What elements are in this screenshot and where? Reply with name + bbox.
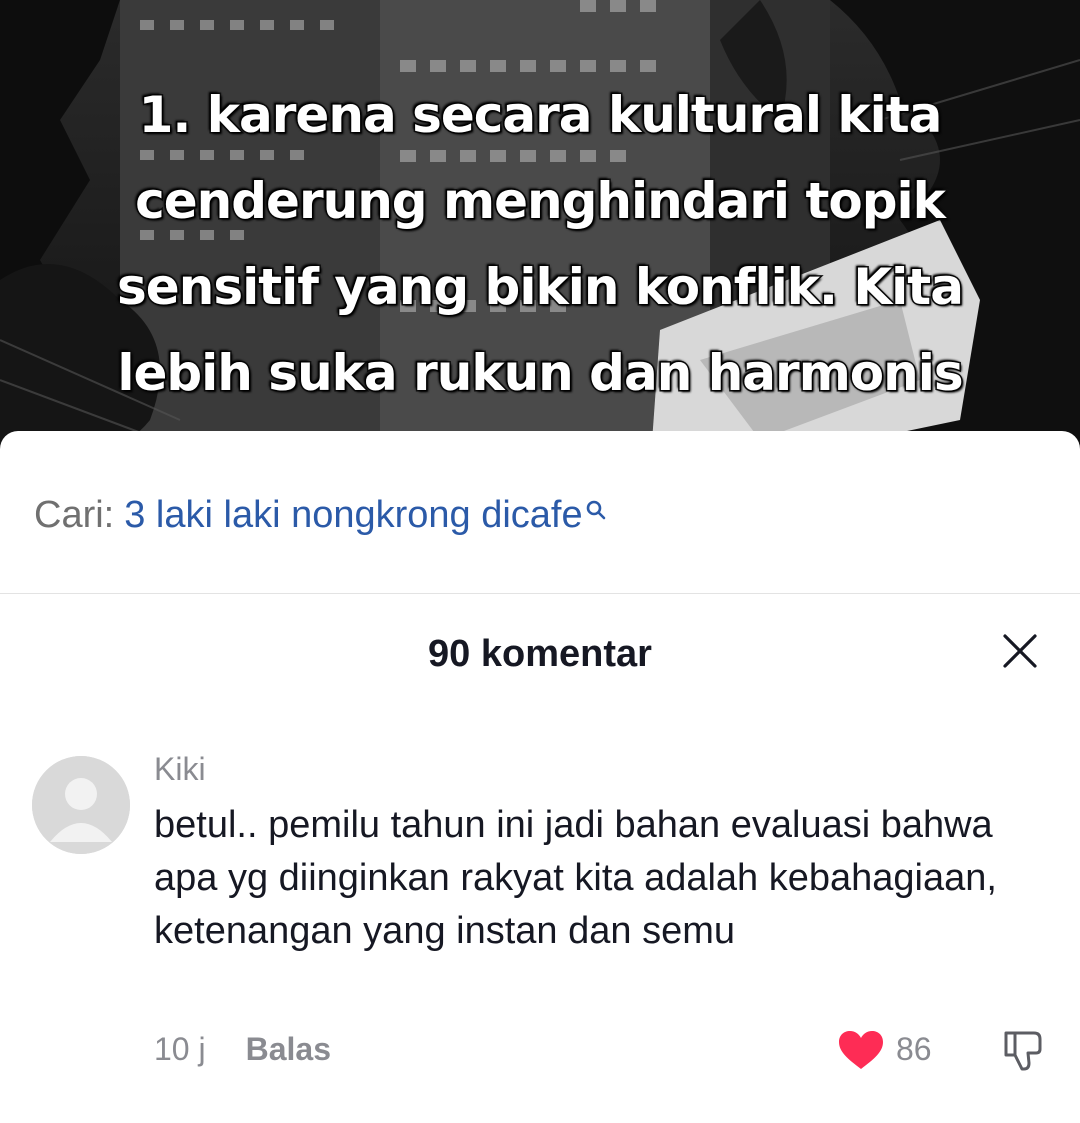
avatar[interactable] (32, 756, 130, 854)
comment-meta: 10 j Balas (154, 1029, 331, 1069)
search-icon[interactable] (585, 487, 607, 520)
comment-timestamp: 10 j (154, 1031, 206, 1067)
heart-icon[interactable] (838, 1030, 884, 1070)
caption-line: cenderung menghindari topik (134, 171, 948, 232)
close-button[interactable] (996, 627, 1044, 675)
like-count: 86 (896, 1031, 932, 1067)
search-prefix: Cari: (34, 494, 115, 536)
screen: 1. karena secara kultural kita cenderung… (0, 0, 1080, 1123)
comments-sheet: Cari: 3 laki laki nongkrong dicafe 90 kom… (0, 431, 1080, 1123)
caption-line: lebih suka rukun dan harmonis (116, 343, 965, 404)
search-query-link[interactable]: 3 laki laki nongkrong dicafe (124, 494, 582, 536)
video-player[interactable]: 1. karena secara kultural kita cenderung… (0, 0, 1080, 470)
comment-username[interactable]: Kiki (154, 749, 206, 789)
like-button[interactable]: 86 (838, 1029, 948, 1073)
reply-button[interactable]: Balas (246, 1031, 331, 1067)
close-icon[interactable] (996, 627, 1044, 675)
divider (0, 593, 1080, 594)
search-suggestion[interactable]: Cari: 3 laki laki nongkrong dicafe (34, 493, 607, 537)
caption-line: 1. karena secara kultural kita (137, 85, 944, 146)
thumbs-down-icon[interactable] (998, 1027, 1046, 1075)
comments-count-title: 90 komentar (428, 633, 652, 675)
video-caption: 1. karena secara kultural kita cenderung… (0, 72, 1080, 471)
dislike-button[interactable] (998, 1027, 1046, 1075)
comment-text: betul.. pemilu tahun ini jadi bahan eval… (154, 804, 997, 952)
caption-line: sensitif yang bikin konflik. Kita (116, 257, 966, 318)
default-avatar-icon (32, 756, 130, 854)
